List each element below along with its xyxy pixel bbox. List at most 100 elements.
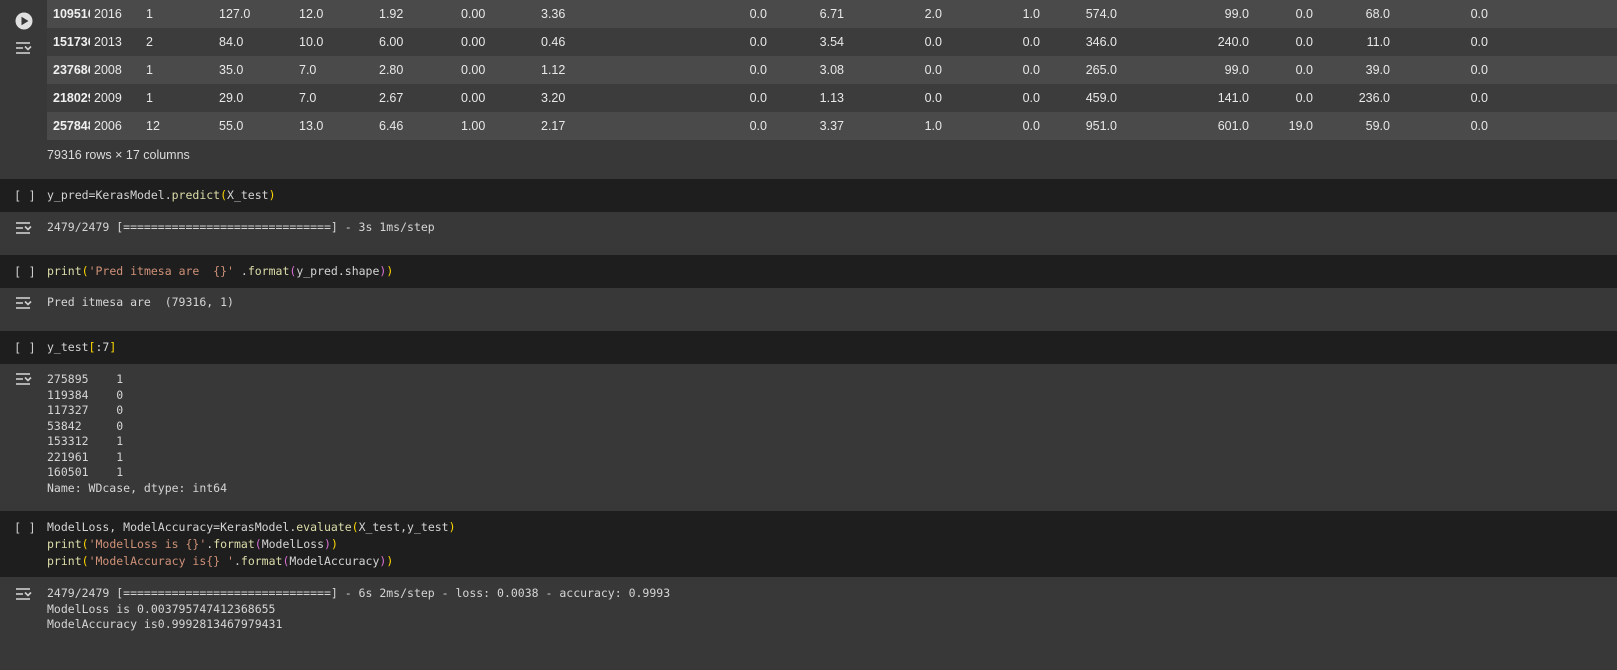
row-index-cell: 257848 <box>47 112 90 140</box>
output-toggle-button[interactable] <box>10 220 38 238</box>
table-cell: 2008 <box>90 56 142 84</box>
code-token: print <box>47 264 82 278</box>
table-row: 10951620161127.012.01.920.003.360.06.712… <box>47 0 1617 28</box>
code-token: ModelLoss, ModelAccuracy=KerasModel. <box>47 520 297 534</box>
output-toggle-button[interactable] <box>10 295 38 313</box>
code-line: print('Pred itmesa are {}' .format(y_pre… <box>47 263 393 280</box>
code-editor[interactable]: y_test[:7] <box>47 339 116 356</box>
output-toggle-icon <box>16 42 32 54</box>
code-editor[interactable]: ModelLoss, ModelAccuracy=KerasModel.eval… <box>47 519 456 570</box>
table-cell: 1 <box>142 84 215 112</box>
output-toggle-button[interactable] <box>10 586 38 604</box>
output-line: ModelLoss is 0.003795747412368655 <box>47 601 276 616</box>
code-editor[interactable]: print('Pred itmesa are {}' .format(y_pre… <box>47 263 393 280</box>
code-token: ) <box>268 188 276 202</box>
table-cell: 0.0 <box>1400 84 1498 112</box>
cell-execution-bracket[interactable]: [ ] <box>14 265 36 279</box>
table-cell: 0.0 <box>1400 112 1498 140</box>
table-row: 2180292009129.07.02.670.003.200.01.130.0… <box>47 84 1617 112</box>
cell-output: 2479/2479 [=============================… <box>47 220 435 236</box>
table-row: 25784820061255.013.06.461.002.170.03.371… <box>47 112 1617 140</box>
code-cell-evaluate[interactable]: [ ] ModelLoss, ModelAccuracy=KerasModel.… <box>0 511 1617 577</box>
table-cell: 0.0 <box>1259 84 1323 112</box>
code-token: ( <box>81 554 89 568</box>
table-cell: 29.0 <box>215 84 295 112</box>
cell-execution-bracket[interactable]: [ ] <box>14 189 36 203</box>
code-cell-y-test[interactable]: [ ] y_test[:7] <box>0 331 1617 364</box>
table-cell: 601.0 <box>1127 112 1259 140</box>
table-cell: 0.0 <box>952 28 1050 56</box>
table-cell: 6.46 <box>375 112 457 140</box>
run-cell-button[interactable] <box>10 10 38 38</box>
code-token: y_pred=KerasModel. <box>47 188 172 202</box>
table-cell: 951.0 <box>1050 112 1127 140</box>
table-cell: 2.80 <box>375 56 457 84</box>
table-row: 1517362013284.010.06.000.000.460.03.540.… <box>47 28 1617 56</box>
table-cell: 127.0 <box>1498 56 1617 84</box>
table-cell: 127.0 <box>215 0 295 28</box>
table-cell: 59.0 <box>1323 112 1400 140</box>
code-token: 'Pred itmesa are {}' <box>88 264 234 278</box>
output-toggle-button[interactable] <box>10 40 38 58</box>
table-cell: 265.0 <box>1050 56 1127 84</box>
table-cell: 0.0 <box>1400 0 1498 28</box>
code-token: ModelLoss <box>261 537 324 551</box>
code-line: print('ModelAccuracy is{} '.format(Model… <box>47 553 456 570</box>
code-token: ( <box>351 520 359 534</box>
output-toggle-button[interactable] <box>10 371 38 389</box>
play-circle-icon <box>15 12 33 30</box>
table-cell: 99.0 <box>1127 0 1259 28</box>
code-token: X_test,y_test <box>358 520 449 534</box>
table-cell: 1.00 <box>457 112 537 140</box>
table-cell: 95.0 <box>1498 28 1617 56</box>
table-cell: 2013 <box>90 28 142 56</box>
cell-execution-bracket[interactable]: [ ] <box>14 521 36 535</box>
table-cell: 0.0 <box>854 84 952 112</box>
table-cell: 12.0 <box>295 0 375 28</box>
table-cell: 3.37 <box>777 112 854 140</box>
code-token: ) <box>448 520 456 534</box>
code-line: ModelLoss, ModelAccuracy=KerasModel.eval… <box>47 519 456 536</box>
code-token: ( <box>81 537 89 551</box>
cell-output: 275895 1 119384 0 117327 0 53842 0 153312 12… <box>47 372 227 496</box>
code-token: 'ModelAccuracy is{} ' <box>88 554 234 568</box>
table-cell: 13.0 <box>295 112 375 140</box>
code-cell-print-shape[interactable]: [ ] print('Pred itmesa are {}' .format(y… <box>0 255 1617 288</box>
code-token: ( <box>220 188 228 202</box>
table-cell: 0.46 <box>537 28 645 56</box>
table-cell: 84.0 <box>215 28 295 56</box>
table-cell: 459.0 <box>1050 84 1127 112</box>
table-cell: 68.0 <box>1323 0 1400 28</box>
table-cell: 2.67 <box>375 84 457 112</box>
row-index-cell: 151736 <box>47 28 90 56</box>
row-index-cell: 218029 <box>47 84 90 112</box>
code-token: ModelAccuracy <box>289 554 380 568</box>
dataframe-shape-footer: 79316 rows × 17 columns <box>47 148 190 162</box>
code-token: . <box>233 554 241 568</box>
table-cell: 7.0 <box>295 56 375 84</box>
output-toggle-icon <box>16 222 32 234</box>
table-cell: 1.92 <box>375 0 457 28</box>
table-cell: 1.12 <box>537 56 645 84</box>
dataframe-table: 10951620161127.012.01.920.003.360.06.712… <box>47 0 1617 140</box>
output-line: ModelAccuracy is0.9992813467979431 <box>47 617 283 631</box>
code-token: X_test <box>227 188 269 202</box>
output-line: Pred itmesa are (79316, 1) <box>47 295 234 309</box>
code-cell-predict[interactable]: [ ] y_pred=KerasModel.predict(X_test) <box>0 179 1617 212</box>
table-cell: 0.0 <box>854 56 952 84</box>
code-token: . <box>233 264 248 278</box>
table-cell: 0.0 <box>1400 56 1498 84</box>
table-cell: 12 <box>142 112 215 140</box>
code-editor[interactable]: y_pred=KerasModel.predict(X_test) <box>47 187 276 204</box>
cell-execution-bracket[interactable]: [ ] <box>14 341 36 355</box>
output-line: 119384 0 <box>47 387 124 402</box>
code-token: ) <box>386 264 394 278</box>
output-toggle-icon <box>16 588 32 600</box>
code-line: y_pred=KerasModel.predict(X_test) <box>47 187 276 204</box>
table-cell: 55.0 <box>215 112 295 140</box>
table-cell: 82.0 <box>1498 84 1617 112</box>
table-cell: 2009 <box>90 84 142 112</box>
code-token: format <box>213 537 255 551</box>
table-cell: 0.0 <box>1259 56 1323 84</box>
table-cell: 2006 <box>90 112 142 140</box>
